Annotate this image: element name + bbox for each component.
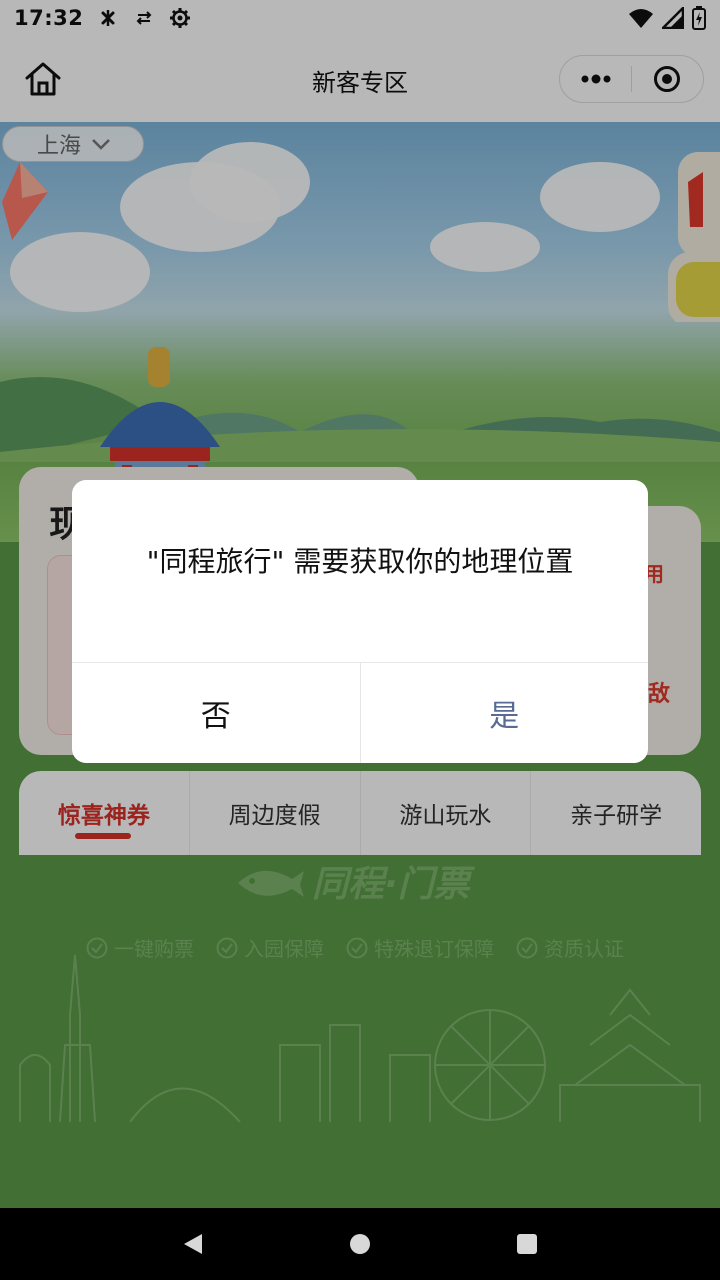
back-triangle-icon: [184, 1234, 203, 1254]
location-permission-dialog: "同程旅行" 需要获取你的地理位置 否 是: [72, 480, 648, 763]
system-navigation-bar: [0, 1208, 720, 1280]
recents-square-icon: [516, 1234, 537, 1254]
dialog-message: "同程旅行" 需要获取你的地理位置: [146, 545, 574, 578]
allow-button[interactable]: 是: [361, 663, 649, 763]
dialog-actions: 否 是: [72, 662, 648, 763]
deny-button[interactable]: 否: [72, 663, 361, 763]
recents-button[interactable]: [507, 1224, 547, 1264]
home-system-button[interactable]: [340, 1224, 380, 1264]
home-circle-icon: [349, 1234, 370, 1254]
back-button[interactable]: [173, 1224, 213, 1264]
